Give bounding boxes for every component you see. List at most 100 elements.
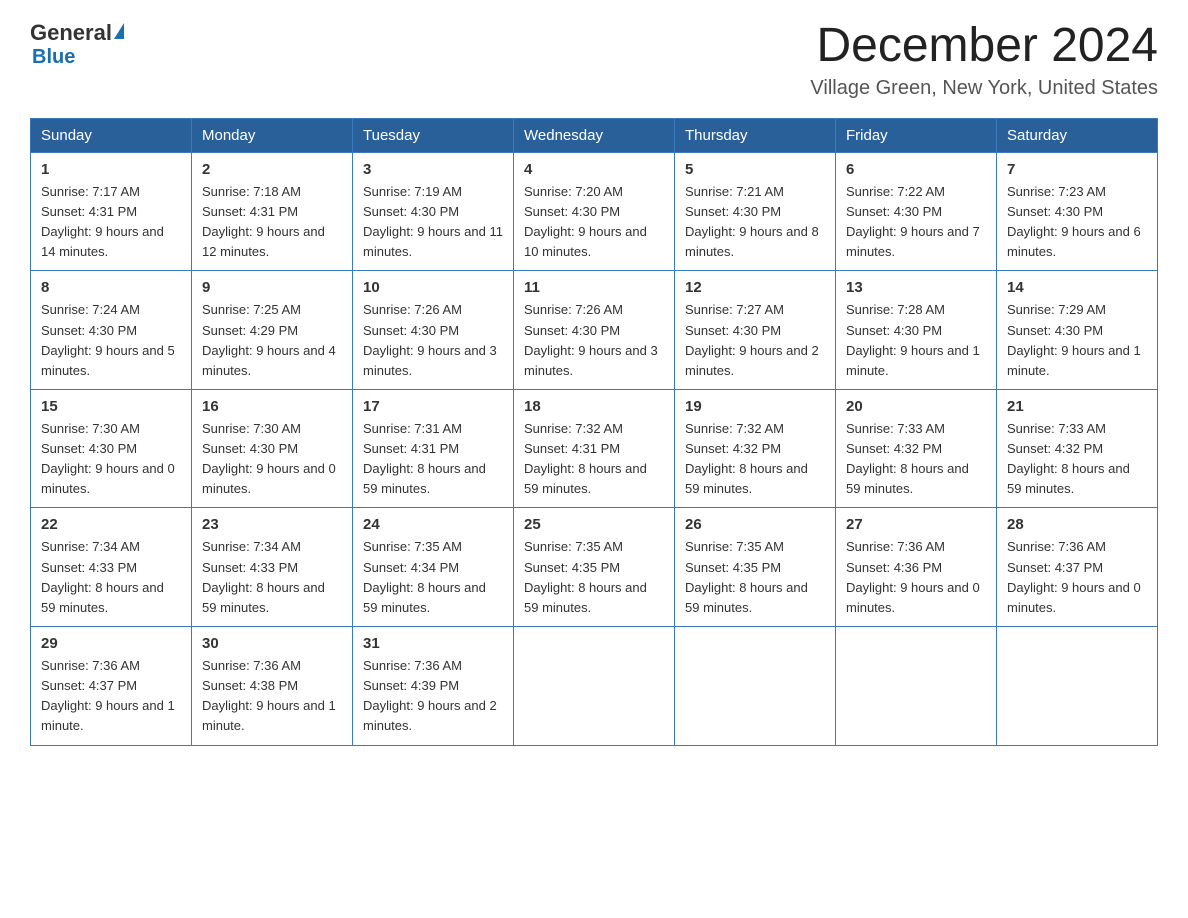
header-thursday: Thursday — [675, 118, 836, 152]
sunrise-label: Sunrise: 7:24 AM — [41, 302, 140, 317]
calendar-cell: 29 Sunrise: 7:36 AM Sunset: 4:37 PM Dayl… — [31, 627, 192, 746]
day-info: Sunrise: 7:33 AM Sunset: 4:32 PM Dayligh… — [846, 419, 986, 500]
calendar-cell: 7 Sunrise: 7:23 AM Sunset: 4:30 PM Dayli… — [997, 152, 1158, 271]
sunset-label: Sunset: 4:30 PM — [202, 441, 298, 456]
calendar-cell: 1 Sunrise: 7:17 AM Sunset: 4:31 PM Dayli… — [31, 152, 192, 271]
day-number: 11 — [524, 279, 664, 296]
day-number: 2 — [202, 161, 342, 178]
sunrise-label: Sunrise: 7:21 AM — [685, 184, 784, 199]
day-number: 20 — [846, 398, 986, 415]
calendar-week-row: 8 Sunrise: 7:24 AM Sunset: 4:30 PM Dayli… — [31, 271, 1158, 390]
daylight-label: Daylight: 9 hours and 10 minutes. — [524, 224, 647, 259]
sunrise-label: Sunrise: 7:30 AM — [202, 421, 301, 436]
day-number: 7 — [1007, 161, 1147, 178]
calendar-cell: 16 Sunrise: 7:30 AM Sunset: 4:30 PM Dayl… — [192, 389, 353, 508]
sunset-label: Sunset: 4:31 PM — [363, 441, 459, 456]
calendar-table: Sunday Monday Tuesday Wednesday Thursday… — [30, 118, 1158, 746]
sunset-label: Sunset: 4:31 PM — [524, 441, 620, 456]
day-number: 16 — [202, 398, 342, 415]
day-info: Sunrise: 7:30 AM Sunset: 4:30 PM Dayligh… — [41, 419, 181, 500]
header-monday: Monday — [192, 118, 353, 152]
day-info: Sunrise: 7:36 AM Sunset: 4:38 PM Dayligh… — [202, 656, 342, 737]
day-number: 28 — [1007, 516, 1147, 533]
daylight-label: Daylight: 9 hours and 11 minutes. — [363, 224, 503, 259]
day-number: 17 — [363, 398, 503, 415]
daylight-label: Daylight: 9 hours and 0 minutes. — [41, 461, 175, 496]
header-sunday: Sunday — [31, 118, 192, 152]
sunrise-label: Sunrise: 7:25 AM — [202, 302, 301, 317]
sunrise-label: Sunrise: 7:26 AM — [524, 302, 623, 317]
sunset-label: Sunset: 4:31 PM — [41, 204, 137, 219]
calendar-cell: 31 Sunrise: 7:36 AM Sunset: 4:39 PM Dayl… — [353, 627, 514, 746]
day-info: Sunrise: 7:34 AM Sunset: 4:33 PM Dayligh… — [41, 537, 181, 618]
day-number: 21 — [1007, 398, 1147, 415]
calendar-cell: 3 Sunrise: 7:19 AM Sunset: 4:30 PM Dayli… — [353, 152, 514, 271]
daylight-label: Daylight: 9 hours and 0 minutes. — [1007, 580, 1141, 615]
day-info: Sunrise: 7:36 AM Sunset: 4:37 PM Dayligh… — [1007, 537, 1147, 618]
sunrise-label: Sunrise: 7:36 AM — [1007, 539, 1106, 554]
sunset-label: Sunset: 4:30 PM — [524, 323, 620, 338]
daylight-label: Daylight: 9 hours and 14 minutes. — [41, 224, 164, 259]
header-friday: Friday — [836, 118, 997, 152]
sunrise-label: Sunrise: 7:26 AM — [363, 302, 462, 317]
sunrise-label: Sunrise: 7:35 AM — [685, 539, 784, 554]
sunset-label: Sunset: 4:30 PM — [685, 323, 781, 338]
daylight-label: Daylight: 9 hours and 1 minute. — [41, 698, 175, 733]
calendar-cell: 6 Sunrise: 7:22 AM Sunset: 4:30 PM Dayli… — [836, 152, 997, 271]
header-tuesday: Tuesday — [353, 118, 514, 152]
day-info: Sunrise: 7:32 AM Sunset: 4:32 PM Dayligh… — [685, 419, 825, 500]
calendar-cell: 13 Sunrise: 7:28 AM Sunset: 4:30 PM Dayl… — [836, 271, 997, 390]
day-number: 1 — [41, 161, 181, 178]
calendar-cell: 5 Sunrise: 7:21 AM Sunset: 4:30 PM Dayli… — [675, 152, 836, 271]
day-info: Sunrise: 7:26 AM Sunset: 4:30 PM Dayligh… — [524, 300, 664, 381]
sunset-label: Sunset: 4:30 PM — [41, 441, 137, 456]
sunrise-label: Sunrise: 7:30 AM — [41, 421, 140, 436]
sunrise-label: Sunrise: 7:22 AM — [846, 184, 945, 199]
calendar-cell: 11 Sunrise: 7:26 AM Sunset: 4:30 PM Dayl… — [514, 271, 675, 390]
sunrise-label: Sunrise: 7:20 AM — [524, 184, 623, 199]
day-info: Sunrise: 7:31 AM Sunset: 4:31 PM Dayligh… — [363, 419, 503, 500]
day-number: 4 — [524, 161, 664, 178]
sunset-label: Sunset: 4:30 PM — [1007, 204, 1103, 219]
sunset-label: Sunset: 4:35 PM — [524, 560, 620, 575]
calendar-cell: 28 Sunrise: 7:36 AM Sunset: 4:37 PM Dayl… — [997, 508, 1158, 627]
daylight-label: Daylight: 9 hours and 4 minutes. — [202, 343, 336, 378]
page-header: General Blue December 2024 Village Green… — [30, 20, 1158, 100]
day-number: 12 — [685, 279, 825, 296]
sunrise-label: Sunrise: 7:35 AM — [363, 539, 462, 554]
header-wednesday: Wednesday — [514, 118, 675, 152]
daylight-label: Daylight: 8 hours and 59 minutes. — [1007, 461, 1130, 496]
day-number: 19 — [685, 398, 825, 415]
calendar-week-row: 29 Sunrise: 7:36 AM Sunset: 4:37 PM Dayl… — [31, 627, 1158, 746]
daylight-label: Daylight: 9 hours and 0 minutes. — [846, 580, 980, 615]
daylight-label: Daylight: 9 hours and 6 minutes. — [1007, 224, 1141, 259]
day-info: Sunrise: 7:26 AM Sunset: 4:30 PM Dayligh… — [363, 300, 503, 381]
day-info: Sunrise: 7:19 AM Sunset: 4:30 PM Dayligh… — [363, 182, 503, 263]
day-info: Sunrise: 7:23 AM Sunset: 4:30 PM Dayligh… — [1007, 182, 1147, 263]
sunrise-label: Sunrise: 7:23 AM — [1007, 184, 1106, 199]
sunset-label: Sunset: 4:32 PM — [846, 441, 942, 456]
sunrise-label: Sunrise: 7:31 AM — [363, 421, 462, 436]
sunrise-label: Sunrise: 7:28 AM — [846, 302, 945, 317]
month-title: December 2024 — [810, 20, 1158, 73]
sunset-label: Sunset: 4:35 PM — [685, 560, 781, 575]
day-number: 13 — [846, 279, 986, 296]
day-info: Sunrise: 7:24 AM Sunset: 4:30 PM Dayligh… — [41, 300, 181, 381]
day-info: Sunrise: 7:30 AM Sunset: 4:30 PM Dayligh… — [202, 419, 342, 500]
sunrise-label: Sunrise: 7:36 AM — [41, 658, 140, 673]
day-number: 22 — [41, 516, 181, 533]
calendar-cell: 30 Sunrise: 7:36 AM Sunset: 4:38 PM Dayl… — [192, 627, 353, 746]
daylight-label: Daylight: 8 hours and 59 minutes. — [363, 580, 486, 615]
daylight-label: Daylight: 9 hours and 7 minutes. — [846, 224, 980, 259]
sunrise-label: Sunrise: 7:19 AM — [363, 184, 462, 199]
calendar-cell — [675, 627, 836, 746]
calendar-week-row: 15 Sunrise: 7:30 AM Sunset: 4:30 PM Dayl… — [31, 389, 1158, 508]
day-info: Sunrise: 7:28 AM Sunset: 4:30 PM Dayligh… — [846, 300, 986, 381]
sunrise-label: Sunrise: 7:34 AM — [202, 539, 301, 554]
calendar-cell: 8 Sunrise: 7:24 AM Sunset: 4:30 PM Dayli… — [31, 271, 192, 390]
sunset-label: Sunset: 4:30 PM — [363, 323, 459, 338]
day-number: 27 — [846, 516, 986, 533]
daylight-label: Daylight: 9 hours and 1 minute. — [846, 343, 980, 378]
calendar-cell: 15 Sunrise: 7:30 AM Sunset: 4:30 PM Dayl… — [31, 389, 192, 508]
sunset-label: Sunset: 4:30 PM — [363, 204, 459, 219]
